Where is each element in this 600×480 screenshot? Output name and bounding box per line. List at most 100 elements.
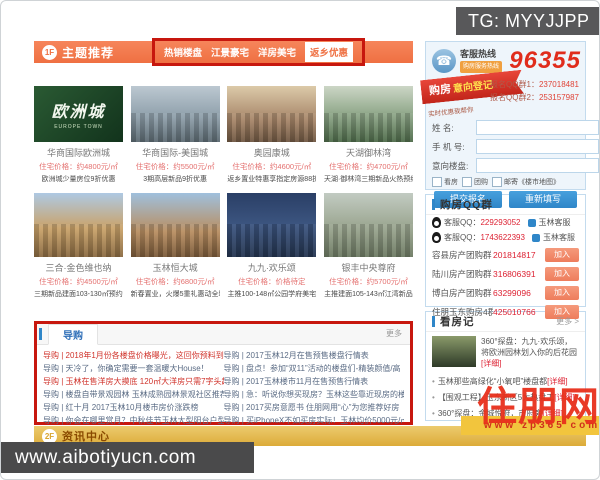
guide-list-left: 导购 | 2018年1月份各楼盘价格曝光，这回你预料到没有 导购 | 天冷了，你…	[43, 349, 224, 427]
property-name[interactable]: 三合·金色维也纳	[34, 261, 123, 274]
property-photo	[323, 86, 413, 142]
ribbon-text: 购房	[428, 83, 452, 98]
hotline-row: 客服热线 购房服务热线 96355	[426, 42, 585, 75]
guide-news-link[interactable]: 导购 | 红十月 2017玉林10月楼市房价涨跌榜	[43, 401, 224, 414]
checkbox-mail-map[interactable]	[492, 177, 502, 187]
property-name[interactable]: 玉林恒大城	[131, 261, 220, 274]
checkbox-groupbuy[interactable]	[462, 177, 472, 187]
guide-news-link[interactable]: 导购 | 急：听说你想买现房？玉林这些靠近现房的楼盘也	[224, 388, 405, 401]
site-name: 住朋网	[477, 385, 600, 429]
watermark-left-url: www.aibotiyucn.com	[1, 442, 254, 473]
tab-homecoming-deal[interactable]: 返乡优惠	[304, 42, 353, 62]
guide-header: 导购 更多	[37, 324, 410, 345]
property-name[interactable]: 华商国际-美国城	[131, 146, 220, 159]
theme-header-bar: 1F 主题推荐 热销楼盘 江景豪宅 洋房美宅 返乡优惠	[34, 38, 413, 66]
main-column: 1F 主题推荐 热销楼盘 江景豪宅 洋房美宅 返乡优惠 欧洲城 EUROPE T…	[34, 38, 413, 425]
qq-penguin-icon	[432, 217, 441, 228]
signup-qq-number: 253157987	[538, 93, 579, 102]
tab-garden-house[interactable]: 洋房美宅	[258, 45, 296, 59]
qq-group-number: 201814817	[493, 249, 536, 260]
bullet-icon	[432, 377, 435, 386]
mobile-field[interactable]	[476, 139, 599, 154]
property-card[interactable]: 奥园康城 住宅价格：约4600元/㎡ 返乡置业特惠享指定房源88折	[227, 86, 317, 184]
qq-group-header: 购房QQ群	[426, 195, 585, 215]
property-price: 住宅价格：价格待定	[238, 277, 306, 286]
guide-news-link[interactable]: 导购 | 2018年1月份各楼盘价格曝光，这回你预料到没有	[43, 349, 224, 362]
qq-group-row: 陆川房产团购群 316806391 加入	[426, 264, 585, 283]
checkbox-visit-label: 看房	[444, 179, 458, 186]
service-qq-row: 客服QQ： 1743622393 玉林客服	[426, 230, 585, 245]
guide-more-link[interactable]: 更多	[386, 328, 402, 339]
property-card[interactable]: 欧洲城 EUROPE TOWN 华商国际欧洲城 住宅价格：约4800元/㎡ 欧洲…	[34, 86, 123, 184]
service-qq-tag: 玉林客服	[538, 218, 571, 227]
property-name[interactable]: 天湖御林湾	[324, 146, 413, 159]
name-label: 姓 名:	[432, 122, 454, 133]
property-card[interactable]: 天湖御林湾 住宅价格：约4700元/㎡ 天湖·御林湾三期新品火热预约中	[323, 86, 413, 184]
property-card[interactable]: 华商国际-美国城 住宅价格：约5500元/㎡ 3期高层新品9折优惠	[130, 86, 220, 184]
checkbox-visit[interactable]	[432, 177, 442, 187]
property-tagline: 主推100-148㎡公园学府美宅	[227, 291, 317, 298]
guide-news-section: 导购 更多 导购 | 2018年1月份各楼盘价格曝光，这回你预料到没有 导购 |…	[34, 321, 413, 425]
property-tagline: 主推建面105-143㎡江湾新品	[324, 291, 413, 298]
guide-news-link[interactable]: 导购 | 2017买房意愿书 住朋网用“心”为您推荐好房	[224, 401, 405, 414]
visit-featured-item[interactable]: 360°探盘：九九·欢乐颂，将欧洲园林划入你的后花园 [详细]	[426, 332, 585, 373]
service-qq-row: 客服QQ： 229293052 玉林客服	[426, 215, 585, 230]
property-name[interactable]: 银丰中央尊府	[324, 261, 413, 274]
qq-group-title: 购房QQ群	[440, 199, 493, 211]
intent-field[interactable]	[476, 158, 599, 173]
property-name[interactable]: 奥园康城	[227, 146, 316, 159]
site-logo-watermark: www zp365 com 住朋网	[461, 385, 600, 435]
visit-diary-title: 看房记	[440, 316, 475, 328]
blue-accent-bar	[432, 316, 435, 327]
tab-guide[interactable]: 导购	[48, 324, 98, 345]
theme-tabs-highlight-box: 热销楼盘 江景豪宅 洋房美宅 返乡优惠	[152, 38, 365, 66]
service-qq-number: 1743622393	[480, 233, 525, 242]
detail-link[interactable]: [详细]	[481, 359, 501, 368]
visit-diary-header: 看房记 更多 >	[426, 312, 585, 332]
bullet-icon	[432, 393, 435, 402]
name-field[interactable]	[476, 120, 599, 135]
join-button[interactable]: 加入	[545, 247, 579, 262]
qq-group-number: 316806391	[493, 268, 536, 279]
guide-list-right: 导购 | 2017玉林12月在售预售楼盘行情表 导购 | 盘点！参加“双11”活…	[224, 349, 405, 427]
service-qq-tag: 玉林客服	[542, 233, 575, 242]
property-card[interactable]: 玉林恒大城 住宅价格：约6800元/㎡ 新春置业，火爆5重礼惠动全城	[130, 193, 220, 299]
guide-news-link[interactable]: 导购 | 2017玉林12月在售预售楼盘行情表	[224, 349, 405, 362]
guide-news-link[interactable]: 导购 | 玉林在售洋房大摸底 120㎡大洋房只需7字头起！	[43, 375, 224, 388]
property-photo: 欧洲城 EUROPE TOWN	[34, 86, 123, 142]
checkbox-groupbuy-label: 团购	[474, 179, 488, 186]
property-tagline: 三期新品建面103-130㎡预约中	[34, 291, 123, 298]
bullet-icon	[432, 409, 435, 418]
mobile-label: 手 机 号:	[432, 141, 465, 152]
property-card[interactable]: 三合·金色维也纳 住宅价格：约4500元/㎡ 三期新品建面103-130㎡预约中	[34, 193, 123, 299]
qq-penguin-icon	[432, 232, 441, 243]
property-card[interactable]: 九九·欢乐颂 住宅价格：价格待定 主推100-148㎡公园学府美宅	[227, 193, 317, 299]
service-qq-label: 客服QQ：	[444, 218, 481, 227]
property-price: 住宅价格：约4500元/㎡	[39, 277, 118, 286]
property-photo	[227, 193, 317, 257]
tab-hot-sale[interactable]: 热销楼盘	[164, 45, 202, 59]
guide-news-link[interactable]: 导购 | 天冷了，你确定需要一套温暖大House！	[43, 362, 224, 375]
property-row-2: 三合·金色维也纳 住宅价格：约4500元/㎡ 三期新品建面103-130㎡预约中…	[34, 193, 413, 299]
signup-qq-list: 报名QQ群1：237018481 报名QQ群2：253157987	[490, 78, 579, 104]
signup-qq-number: 237018481	[538, 80, 579, 89]
intent-label: 意向楼盘:	[432, 160, 469, 171]
guide-news-link[interactable]: 导购 | 盘点！参加“双11”活动的楼盘们-精装颜值/高	[224, 362, 405, 375]
ribbon-subtext: 实时优惠我帮你	[427, 106, 474, 119]
property-price: 住宅价格：约5500元/㎡	[135, 162, 215, 171]
visit-more-link[interactable]: 更多 >	[556, 316, 579, 327]
join-button[interactable]: 加入	[545, 285, 579, 300]
property-card[interactable]: 银丰中央尊府 住宅价格：约5700元/㎡ 主推建面105-143㎡江湾新品	[323, 193, 413, 299]
property-name[interactable]: 九九·欢乐颂	[227, 261, 316, 274]
property-name[interactable]: 华商国际欧洲城	[34, 146, 123, 159]
join-button[interactable]: 加入	[545, 266, 579, 281]
visit-featured-text[interactable]: 360°探盘：九九·欢乐颂，将欧洲园林划入你的后花园	[481, 337, 577, 357]
tab-river-mansion[interactable]: 江景豪宅	[211, 45, 249, 59]
property-photo	[130, 86, 220, 142]
property-tagline: 返乡置业特惠享指定房源88折	[227, 176, 317, 183]
guide-news-link[interactable]: 导购 | 2017玉林楼市11月在售预售行情表	[224, 375, 405, 388]
property-tagline: 天湖·御林湾三期新品火热预约中	[323, 176, 413, 183]
property-tagline: 3期高层新品9折优惠	[143, 176, 208, 183]
guide-news-link[interactable]: 导购 | 楼盘自带景观园林 玉林成熟园林景观社区推荐	[43, 388, 224, 401]
qq-logo-icon	[527, 218, 536, 227]
